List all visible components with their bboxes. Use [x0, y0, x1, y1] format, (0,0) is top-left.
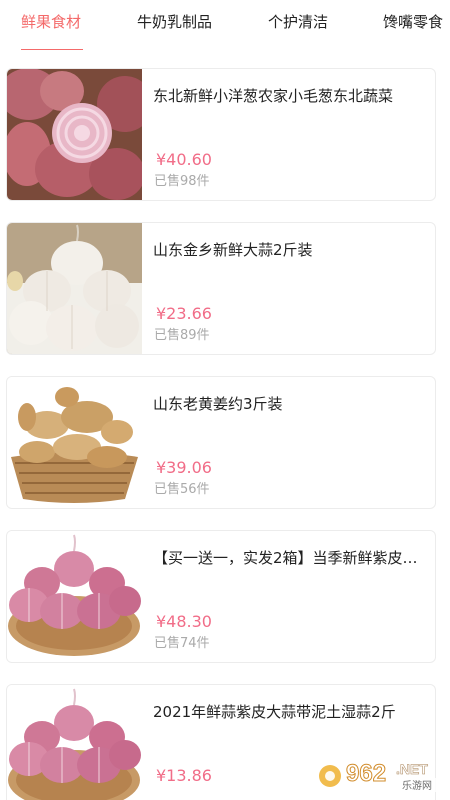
product-card[interactable]: 山东金乡新鲜大蒜2斤装 ¥23.66 已售89件	[6, 222, 436, 355]
product-price: ¥40.60	[156, 150, 212, 169]
product-title: 山东金乡新鲜大蒜2斤装	[153, 241, 313, 259]
product-sold-count: 已售56件	[154, 482, 210, 497]
site-watermark-logo: 962 .NET 乐游网	[318, 752, 446, 796]
product-price: ¥23.66	[156, 304, 212, 323]
product-sold-count: 已售98件	[154, 174, 210, 189]
product-card[interactable]: 【买一送一，实发2箱】当季新鲜紫皮大蒜 ¥48.30 已售74件	[6, 530, 436, 663]
product-image-purple-garlic	[7, 685, 142, 800]
product-card[interactable]: 山东老黄姜约3斤装 ¥39.06 已售56件	[6, 376, 436, 509]
product-image-red-onion	[7, 69, 142, 200]
product-title: 东北新鲜小洋葱农家小毛葱东北蔬菜	[153, 87, 394, 105]
product-price: ¥13.86	[156, 766, 212, 785]
product-title: 2021年鲜蒜紫皮大蒜带泥土湿蒜2斤	[153, 703, 396, 721]
product-card[interactable]: 东北新鲜小洋葱农家小毛葱东北蔬菜 ¥40.60 已售98件	[6, 68, 436, 201]
product-image-white-garlic	[7, 223, 142, 354]
product-sold-count: 已售74件	[154, 636, 210, 651]
product-sold-count: 已售89件	[154, 328, 210, 343]
product-image-ginger-basket	[7, 377, 142, 508]
product-title: 【买一送一，实发2箱】当季新鲜紫皮大蒜	[153, 549, 423, 567]
product-price: ¥39.06	[156, 458, 212, 477]
product-list-page: 鲜果食材 牛奶乳制品 个护清洁 馋嘴零食 东北新鲜小洋葱农家小毛葱东北蔬菜 ¥4…	[0, 0, 450, 800]
product-price: ¥48.30	[156, 612, 212, 631]
svg-text:962: 962	[346, 760, 386, 787]
product-title: 山东老黄姜约3斤装	[153, 395, 283, 413]
svg-text:乐游网: 乐游网	[402, 779, 432, 792]
svg-text:.NET: .NET	[396, 761, 428, 777]
product-image-purple-garlic	[7, 531, 142, 662]
product-list: 东北新鲜小洋葱农家小毛葱东北蔬菜 ¥40.60 已售98件 山东金乡新鲜大蒜2斤…	[0, 0, 450, 800]
